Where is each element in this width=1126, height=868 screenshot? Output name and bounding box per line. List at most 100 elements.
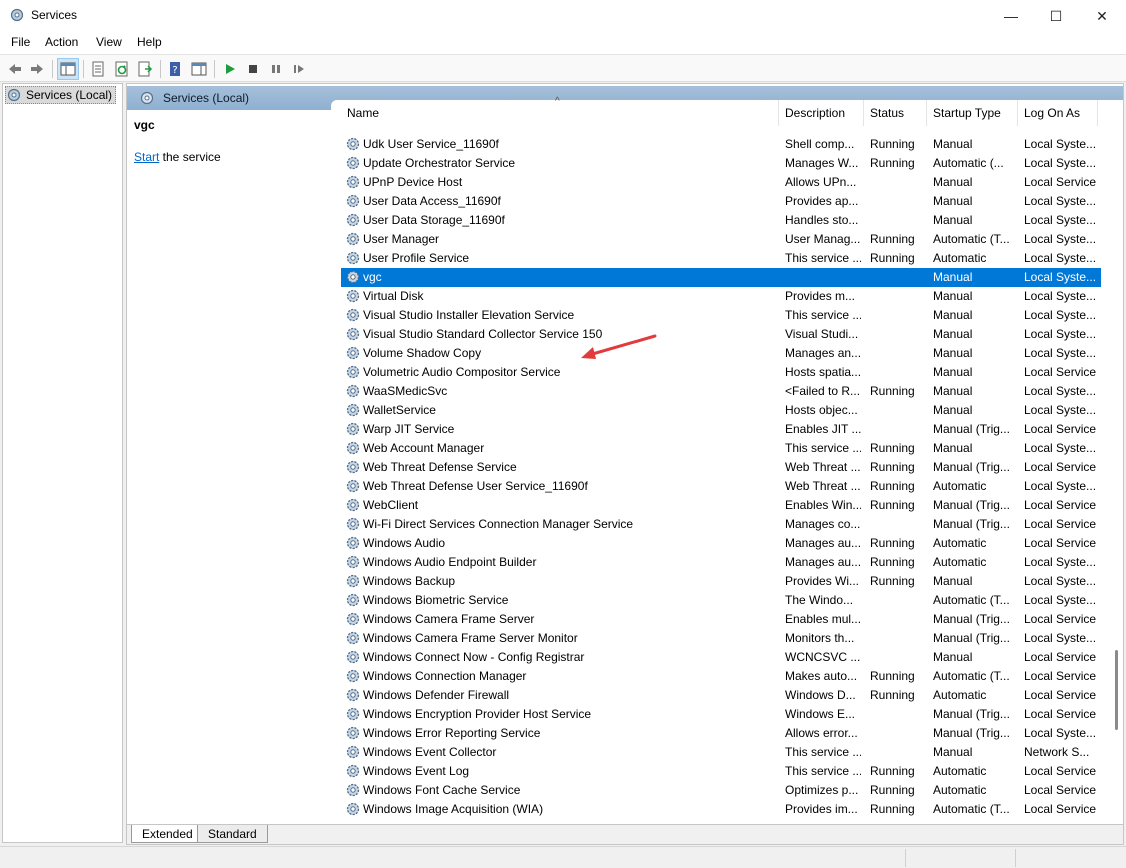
services-gear-icon (10, 8, 24, 22)
table-row[interactable]: vgc Manual Local Syste... (341, 268, 1101, 287)
refresh-icon (115, 61, 128, 77)
table-row[interactable]: Windows Camera Frame Server Enables mul..… (331, 610, 1101, 629)
column-header-log-on-as[interactable]: Log On As (1018, 100, 1098, 126)
service-startup-type-cell: Manual (933, 270, 973, 284)
view-tabs: Extended Standard (127, 824, 1123, 844)
maximize-button[interactable]: ☐ (1033, 0, 1079, 32)
properties-button[interactable] (87, 58, 109, 80)
service-name-cell: Windows Font Cache Service (363, 783, 521, 797)
column-header-name[interactable]: Name (341, 100, 779, 126)
table-row[interactable]: Wi-Fi Direct Services Connection Manager… (331, 515, 1101, 534)
pause-service-button[interactable] (265, 58, 287, 80)
service-log-on-as-cell: Local Service (1024, 422, 1097, 436)
service-status-cell: Running (870, 498, 915, 512)
service-log-on-as-cell: Local Syste... (1024, 346, 1097, 360)
table-row[interactable]: UPnP Device Host Allows UPn... Manual Local… (331, 173, 1101, 192)
service-log-on-as-cell: Local Service (1024, 498, 1097, 512)
table-row[interactable]: WalletService Hosts objec... Manual Local S… (331, 401, 1101, 420)
table-row[interactable]: Windows Encryption Provider Host Service… (331, 705, 1101, 724)
menu-help[interactable]: Help (137, 35, 162, 49)
table-row[interactable]: Visual Studio Installer Elevation Servic… (331, 306, 1101, 325)
table-row[interactable]: User Data Access_11690f Provides ap... Man… (331, 192, 1101, 211)
table-row[interactable]: Udk User Service_11690f Shell comp... Runn… (331, 135, 1101, 154)
column-header-status[interactable]: Status (864, 100, 927, 126)
selected-service-name: vgc (134, 118, 155, 132)
menu-file[interactable]: File (11, 35, 30, 49)
tab-standard[interactable]: Standard (197, 825, 268, 843)
vertical-scrollbar[interactable] (1109, 100, 1123, 820)
show-hide-console-tree-button[interactable] (57, 58, 79, 80)
service-log-on-as-cell: Local Service (1024, 783, 1097, 797)
service-startup-type-cell: Manual (Trig... (933, 422, 1010, 436)
table-row[interactable]: User Manager User Manag... Running Automati… (331, 230, 1101, 249)
service-status-cell: Running (870, 783, 915, 797)
table-row[interactable]: Visual Studio Standard Collector Service… (331, 325, 1101, 344)
service-description-cell: Hosts objec... (785, 403, 858, 417)
help-button[interactable]: ? (164, 58, 186, 80)
table-row[interactable]: Windows Audio Manages au... Running Automat… (331, 534, 1101, 553)
service-name-cell: Windows Error Reporting Service (363, 726, 541, 740)
menu-view[interactable]: View (96, 35, 122, 49)
table-row[interactable]: Windows Camera Frame Server Monitor Monit… (331, 629, 1101, 648)
table-row[interactable]: Windows Biometric Service The Windo... Aut… (331, 591, 1101, 610)
service-status-cell: Running (870, 441, 915, 455)
column-header-description[interactable]: Description (779, 100, 864, 126)
table-row[interactable]: Warp JIT Service Enables JIT ... Manual (T… (331, 420, 1101, 439)
table-row[interactable]: Windows Image Acquisition (WIA) Provides … (331, 800, 1101, 819)
export-list-button[interactable] (134, 58, 156, 80)
service-gear-icon (346, 289, 360, 303)
stop-icon (249, 65, 257, 73)
start-service-link[interactable]: Start (134, 150, 159, 164)
console-tree-icon (60, 62, 76, 76)
window-title: Services (31, 8, 78, 22)
table-row[interactable]: Update Orchestrator Service Manages W... R… (331, 154, 1101, 173)
start-service-button[interactable] (219, 58, 241, 80)
service-name-cell: Windows Encryption Provider Host Service (363, 707, 592, 721)
service-status-cell: Running (870, 764, 915, 778)
tree-item-services-local[interactable]: Services (Local) (5, 86, 117, 104)
table-row[interactable]: Windows Connect Now - Config Registrar WC… (331, 648, 1101, 667)
refresh-button[interactable] (111, 58, 133, 80)
table-row[interactable]: User Data Storage_11690f Handles sto... Ma… (331, 211, 1101, 230)
service-log-on-as-cell: Local Syste... (1024, 327, 1097, 341)
table-row[interactable]: WebClient Enables Win... Running Manual (Tr… (331, 496, 1101, 515)
tab-extended[interactable]: Extended (131, 825, 204, 843)
service-description-cell: Optimizes p... (785, 783, 859, 797)
table-row[interactable]: Windows Backup Provides Wi... Running Manua… (331, 572, 1101, 591)
menu-action[interactable]: Action (45, 35, 78, 49)
close-button[interactable]: ✕ (1079, 0, 1125, 32)
restart-service-button[interactable] (288, 58, 310, 80)
service-status-cell: Running (870, 156, 915, 170)
table-row[interactable]: Web Threat Defense Service Web Threat ...… (331, 458, 1101, 477)
service-name-cell: Web Threat Defense Service (363, 460, 517, 474)
table-row[interactable]: Volumetric Audio Compositor Service Hosts… (331, 363, 1101, 382)
table-row[interactable]: Web Account Manager This service ... Runni… (331, 439, 1101, 458)
service-startup-type-cell: Automatic (T... (933, 802, 1010, 816)
table-row[interactable]: User Profile Service This service ... Runn… (331, 249, 1101, 268)
scrollbar-thumb[interactable] (1115, 650, 1118, 730)
table-row[interactable]: Windows Event Log This service ... Running… (331, 762, 1101, 781)
toolbar-separator (214, 60, 215, 78)
column-header-startup-type[interactable]: Startup Type (927, 100, 1018, 126)
table-row[interactable]: Windows Error Reporting Service Allows er… (331, 724, 1101, 743)
show-action-pane-button[interactable] (188, 58, 210, 80)
stop-service-button[interactable] (242, 58, 264, 80)
service-name-cell: Windows Camera Frame Server (363, 612, 535, 626)
help-book-icon: ? (170, 62, 180, 76)
table-row[interactable]: Web Threat Defense User Service_11690f We… (331, 477, 1101, 496)
table-row[interactable]: Windows Audio Endpoint Builder Manages au… (331, 553, 1101, 572)
table-row[interactable]: Windows Font Cache Service Optimizes p...… (331, 781, 1101, 800)
table-row[interactable]: Volume Shadow Copy Manages an... Manual Loc… (331, 344, 1101, 363)
table-row[interactable]: Windows Defender Firewall Windows D... Run… (331, 686, 1101, 705)
table-row[interactable]: WaaSMedicSvc <Failed to R... Running Manual… (331, 382, 1101, 401)
table-row[interactable]: Windows Connection Manager Makes auto... R… (331, 667, 1101, 686)
forward-button[interactable] (26, 58, 48, 80)
service-description-cell: Windows D... (785, 688, 856, 702)
table-row[interactable]: Windows Event Collector This service ... M… (331, 743, 1101, 762)
service-description-cell: WCNCSVC ... (785, 650, 861, 664)
service-gear-icon (346, 593, 360, 607)
table-row[interactable]: Virtual Disk Provides m... Manual Local Sys… (331, 287, 1101, 306)
back-button[interactable] (4, 58, 26, 80)
service-description-cell: Allows UPn... (785, 175, 857, 189)
minimize-button[interactable]: — (988, 0, 1034, 32)
